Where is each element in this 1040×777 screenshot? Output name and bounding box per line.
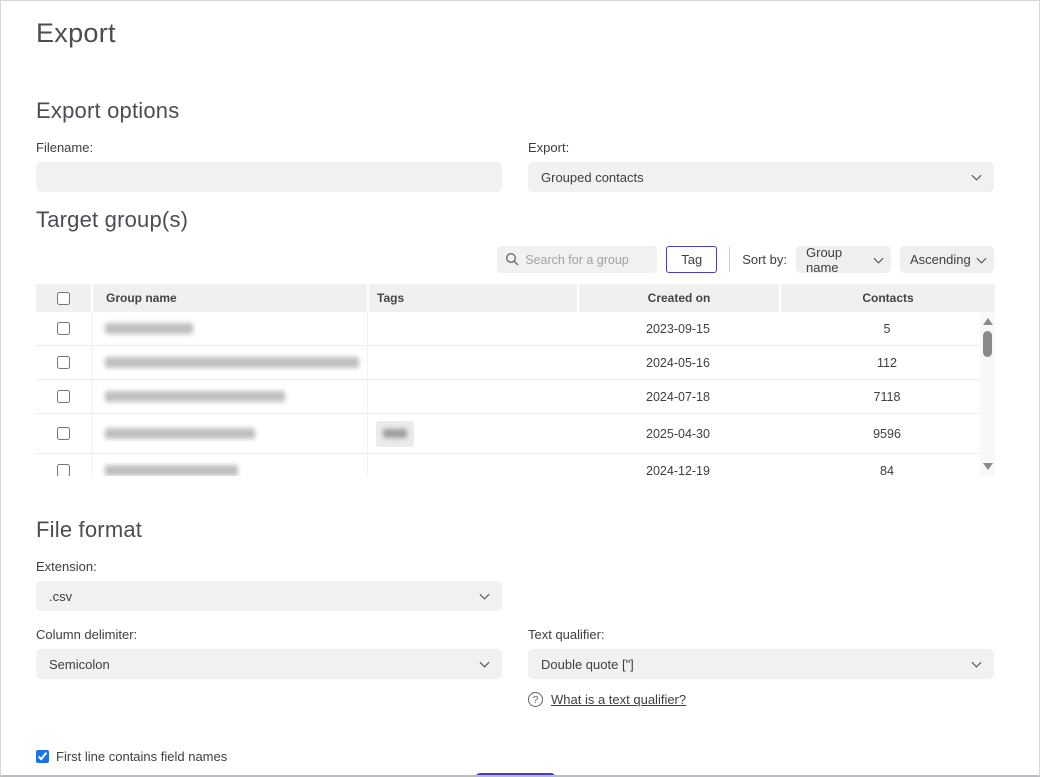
scroll-up-icon[interactable] — [983, 318, 993, 325]
table-row[interactable]: 2025-04-30 9596 — [36, 414, 995, 454]
sort-direction-select[interactable]: Ascending — [900, 246, 994, 273]
sort-field-selected-value: Group name — [806, 245, 869, 275]
group-search-input[interactable] — [525, 253, 645, 267]
extension-selected-value: .csv — [49, 589, 72, 604]
delimiter-selected-value: Semicolon — [49, 657, 110, 672]
group-name-redacted — [91, 454, 367, 476]
column-header-contacts[interactable]: Contacts — [779, 284, 995, 312]
row-checkbox[interactable] — [57, 427, 70, 440]
first-line-checkbox[interactable] — [36, 750, 49, 763]
export-options-grid: Filename: Export: Grouped contacts — [36, 124, 994, 192]
export-page: Export Export options Filename: Export: … — [0, 0, 1040, 777]
groups-table-header: Group name Tags Created on Contacts — [36, 284, 995, 312]
chevron-down-icon — [977, 253, 987, 263]
page-title: Export — [36, 18, 994, 49]
section-export-options: Export options — [36, 98, 994, 124]
delimiter-select[interactable]: Semicolon — [36, 649, 502, 679]
tags-cell — [367, 312, 577, 345]
select-all-checkbox[interactable] — [57, 292, 70, 305]
row-checkbox[interactable] — [57, 464, 70, 476]
chevron-down-icon — [972, 658, 982, 668]
tags-cell — [367, 346, 577, 379]
filename-label: Filename: — [36, 140, 502, 155]
tags-cell — [367, 454, 577, 476]
section-target-groups: Target group(s) — [36, 207, 994, 233]
qualifier-help-row: ? What is a text qualifier? — [528, 692, 994, 707]
tag-chip-redacted — [376, 421, 414, 447]
sort-field-select[interactable]: Group name — [796, 246, 891, 273]
select-all-cell — [36, 284, 91, 312]
created-on-value: 2024-12-19 — [577, 464, 779, 477]
export-type-field-group: Export: Grouped contacts — [528, 124, 994, 192]
what-is-text-qualifier-link[interactable]: What is a text qualifier? — [551, 692, 686, 707]
qualifier-label: Text qualifier: — [528, 627, 994, 642]
column-header-created-on[interactable]: Created on — [577, 284, 779, 312]
sort-direction-selected-value: Ascending — [910, 252, 971, 267]
delimiter-label: Column delimiter: — [36, 627, 502, 642]
group-name-redacted — [91, 312, 367, 345]
chevron-down-icon — [480, 658, 490, 668]
tags-cell — [367, 414, 577, 453]
scroll-down-icon[interactable] — [983, 463, 993, 470]
export-type-label: Export: — [528, 140, 994, 155]
export-button[interactable]: Export — [476, 773, 555, 777]
tags-cell — [367, 380, 577, 413]
contacts-value: 5 — [779, 322, 995, 336]
qualifier-field-group: Text qualifier: Double quote ["] ? What … — [528, 611, 994, 707]
extension-field-group: Extension: .csv — [36, 543, 502, 611]
table-row[interactable]: 2023-09-15 5 — [36, 312, 995, 346]
group-search-box[interactable] — [497, 246, 657, 273]
table-row[interactable]: 2024-12-19 84 — [36, 454, 995, 476]
spacer — [528, 543, 994, 611]
file-format-grid: Extension: .csv Column delimiter: Semico… — [36, 543, 994, 707]
qualifier-select[interactable]: Double quote ["] — [528, 649, 994, 679]
column-header-group-name[interactable]: Group name — [91, 284, 367, 312]
table-row[interactable]: 2024-05-16 112 — [36, 346, 995, 380]
contacts-value: 112 — [779, 356, 995, 370]
export-button-row: Export — [36, 773, 994, 777]
row-checkbox[interactable] — [57, 322, 70, 335]
search-icon — [505, 252, 519, 271]
created-on-value: 2024-07-18 — [577, 390, 779, 404]
chevron-down-icon — [480, 590, 490, 600]
created-on-value: 2025-04-30 — [577, 427, 779, 441]
created-on-value: 2024-05-16 — [577, 356, 779, 370]
first-line-label: First line contains field names — [56, 749, 227, 764]
toolbar-divider — [729, 247, 730, 272]
created-on-value: 2023-09-15 — [577, 322, 779, 336]
export-type-select[interactable]: Grouped contacts — [528, 162, 994, 192]
export-type-selected-value: Grouped contacts — [541, 170, 644, 185]
scrollbar-thumb[interactable] — [983, 331, 992, 357]
row-checkbox[interactable] — [57, 356, 70, 369]
extension-select[interactable]: .csv — [36, 581, 502, 611]
filename-field-group: Filename: — [36, 124, 502, 192]
help-icon: ? — [528, 692, 543, 707]
section-file-format: File format — [36, 517, 994, 543]
delimiter-field-group: Column delimiter: Semicolon — [36, 611, 502, 707]
contacts-value: 9596 — [779, 427, 995, 441]
contacts-value: 84 — [779, 464, 995, 477]
first-line-option: First line contains field names — [36, 749, 994, 764]
group-name-redacted — [91, 380, 367, 413]
table-row[interactable]: 2024-07-18 7118 — [36, 380, 995, 414]
row-checkbox[interactable] — [57, 390, 70, 403]
chevron-down-icon — [874, 253, 884, 263]
column-header-tags[interactable]: Tags — [367, 284, 577, 312]
sort-by-label: Sort by: — [742, 252, 787, 267]
tag-filter-button[interactable]: Tag — [666, 246, 717, 273]
groups-table: Group name Tags Created on Contacts 2023… — [36, 284, 995, 476]
group-toolbar: Tag Sort by: Group name Ascending — [36, 246, 994, 273]
group-name-redacted — [91, 414, 367, 453]
chevron-down-icon — [972, 171, 982, 181]
filename-input[interactable] — [36, 162, 502, 192]
table-scrollbar[interactable] — [980, 312, 995, 476]
extension-label: Extension: — [36, 559, 502, 574]
qualifier-selected-value: Double quote ["] — [541, 657, 634, 672]
contacts-value: 7118 — [779, 390, 995, 404]
group-name-redacted — [91, 346, 367, 379]
groups-table-body: 2023-09-15 5 2024-05-16 112 2024-07-18 7… — [36, 312, 995, 476]
